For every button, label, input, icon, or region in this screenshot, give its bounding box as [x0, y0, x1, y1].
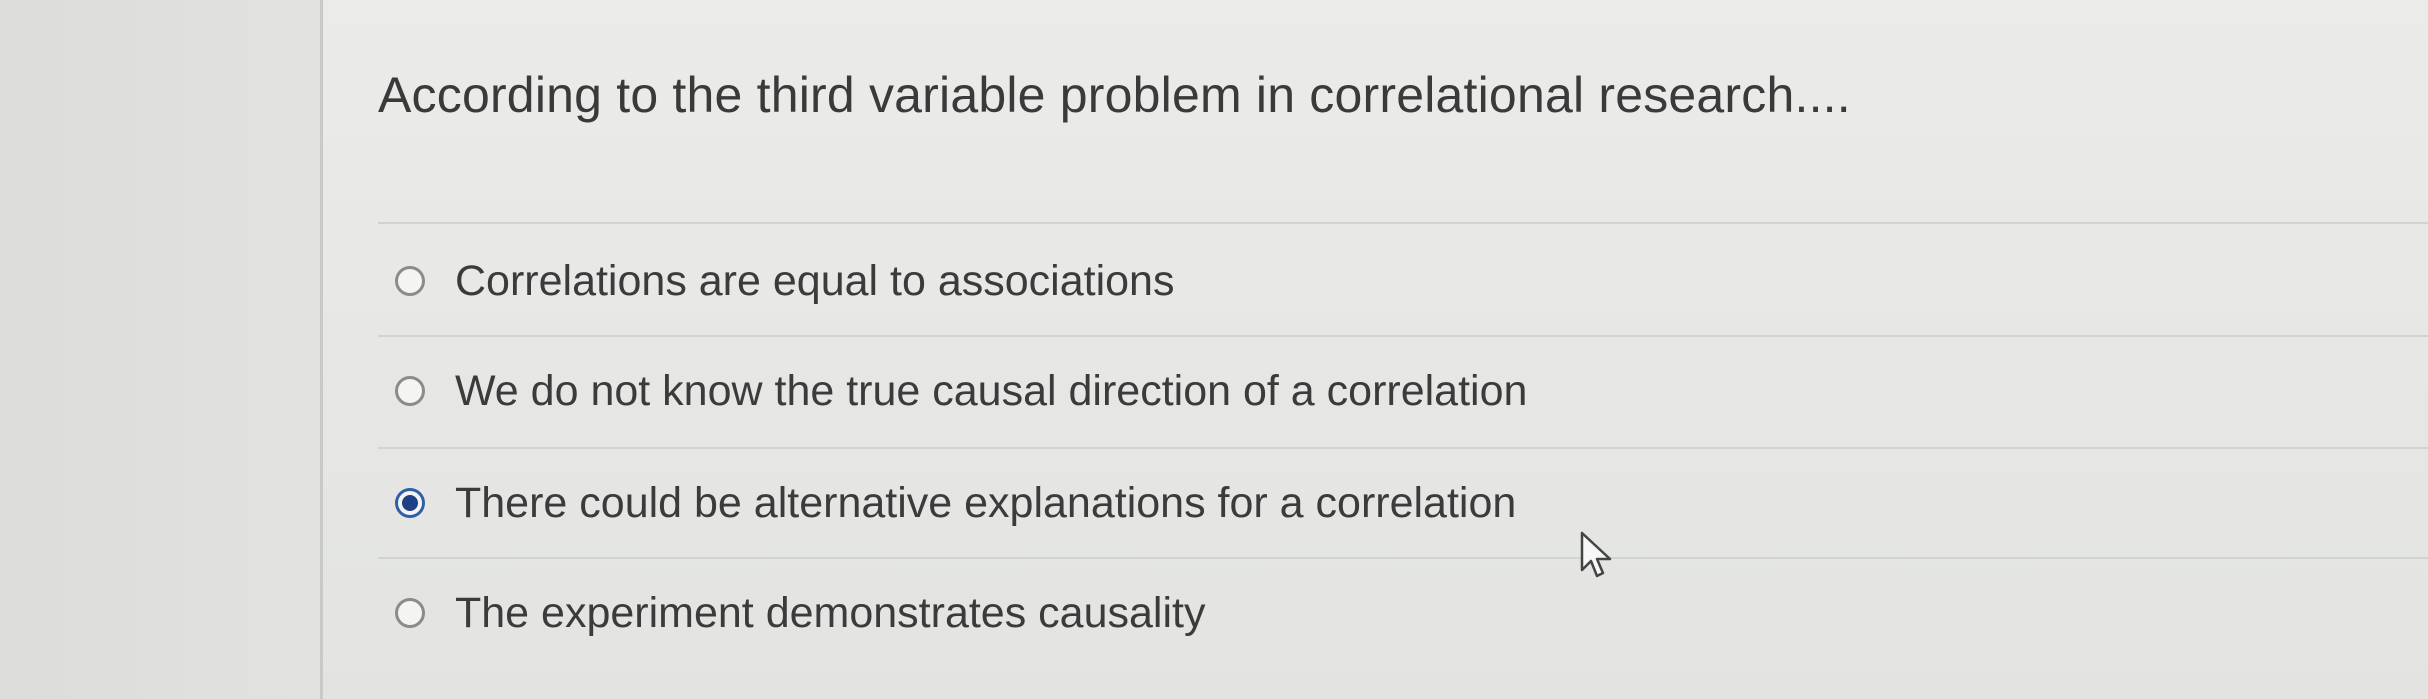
- answer-option[interactable]: The experiment demonstrates causality: [395, 578, 1205, 648]
- radio-button[interactable]: [395, 598, 425, 628]
- option-divider: [378, 335, 2428, 337]
- answer-option-label: The experiment demonstrates causality: [455, 588, 1206, 637]
- question-text: According to the third variable problem …: [378, 67, 1851, 123]
- answer-option-label: Correlations are equal to associations: [455, 256, 1175, 305]
- question-divider: [378, 222, 2428, 224]
- answer-option-label: We do not know the true causal direction…: [455, 366, 1528, 415]
- left-gutter: [0, 0, 322, 699]
- radio-button[interactable]: [395, 266, 425, 296]
- option-divider: [378, 447, 2428, 449]
- answer-option[interactable]: Correlations are equal to associations: [395, 246, 1174, 316]
- radio-button-selected[interactable]: [395, 488, 425, 518]
- mouse-pointer-icon: [1580, 531, 1612, 578]
- answer-option-label: There could be alternative explanations …: [455, 478, 1517, 527]
- option-divider: [378, 557, 2428, 559]
- answer-option-selected[interactable]: There could be alternative explanations …: [395, 468, 1516, 538]
- answer-option[interactable]: We do not know the true causal direction…: [395, 356, 1527, 426]
- radio-button[interactable]: [395, 376, 425, 406]
